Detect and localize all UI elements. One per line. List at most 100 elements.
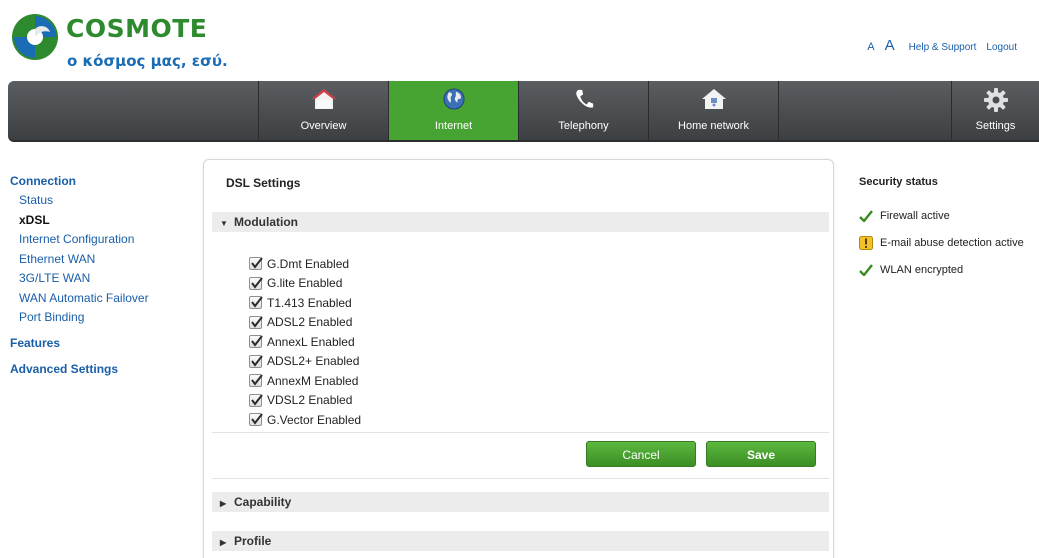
modulation-section-header[interactable]: ▼ Modulation: [212, 212, 829, 232]
status-label: E-mail abuse detection active: [880, 236, 1024, 249]
sidebar-item-internet-configuration[interactable]: Internet Configuration: [10, 230, 190, 250]
collapsed-triangle-icon: ▶: [220, 538, 227, 547]
checkmark-icon: [251, 316, 263, 328]
sidebar-item-3g-lte-wan[interactable]: 3G/LTE WAN: [10, 269, 190, 289]
checkmark-icon: [251, 413, 263, 425]
option-annexl: AnnexL Enabled: [249, 332, 361, 352]
capability-section-header[interactable]: ▶ Capability: [212, 492, 829, 512]
option-vdsl2: VDSL2 Enabled: [249, 391, 361, 411]
nav-telephony[interactable]: Telephony: [518, 81, 648, 140]
profile-label: Profile: [234, 534, 272, 548]
check-icon: [859, 263, 877, 277]
nav-home-network-label: Home network: [678, 120, 749, 132]
checkbox[interactable]: [249, 374, 263, 388]
sidebar: Connection Status xDSL Internet Configur…: [10, 174, 190, 379]
option-label: T1.413 Enabled: [267, 295, 352, 310]
checkmark-icon: [251, 257, 263, 269]
help-support-link[interactable]: Help & Support: [909, 42, 977, 53]
checkbox[interactable]: [249, 413, 263, 427]
security-status: Security status Firewall active E-mail a…: [859, 176, 1039, 283]
option-t1413: T1.413 Enabled: [249, 293, 361, 313]
option-glite: G.lite Enabled: [249, 274, 361, 294]
brand-tagline: ο κόσμος μας, εσύ.: [67, 52, 228, 70]
checkbox[interactable]: [249, 315, 263, 329]
divider: [212, 432, 829, 433]
nav-separator: [778, 81, 779, 140]
sidebar-item-port-binding[interactable]: Port Binding: [10, 308, 190, 328]
nav-internet[interactable]: Internet: [388, 81, 518, 140]
nav-overview[interactable]: Overview: [258, 81, 388, 140]
globe-icon: [442, 88, 465, 110]
sidebar-item-wan-automatic-failover[interactable]: WAN Automatic Failover: [10, 289, 190, 309]
collapsed-triangle-icon: ▶: [220, 499, 227, 508]
brand-name: COSMOTE: [66, 14, 208, 43]
nav-settings-label: Settings: [975, 120, 1016, 132]
sidebar-connection[interactable]: Connection: [10, 174, 190, 188]
sidebar-item-status[interactable]: Status: [10, 191, 190, 211]
expanded-triangle-icon: ▼: [220, 219, 228, 228]
option-label: ADSL2+ Enabled: [267, 354, 360, 369]
status-email-abuse: E-mail abuse detection active: [859, 229, 1039, 256]
option-label: ADSL2 Enabled: [267, 315, 353, 330]
option-label: G.Vector Enabled: [267, 412, 362, 427]
nav-telephony-label: Telephony: [558, 120, 609, 132]
panel-title: DSL Settings: [226, 176, 301, 190]
checkbox[interactable]: [249, 354, 263, 368]
checkmark-icon: [251, 277, 263, 289]
cosmote-logo-mark-icon: [12, 14, 58, 60]
checkbox[interactable]: [249, 257, 263, 271]
checkbox[interactable]: [249, 335, 263, 349]
checkbox[interactable]: [249, 393, 263, 407]
warning-icon: [859, 235, 877, 250]
checkmark-icon: [251, 355, 263, 367]
capability-label: Capability: [234, 495, 292, 509]
nav-settings[interactable]: Settings: [951, 81, 1039, 140]
cancel-button[interactable]: Cancel: [586, 441, 696, 467]
nav-internet-label: Internet: [434, 120, 473, 132]
checkmark-icon: [251, 374, 263, 386]
font-small-button[interactable]: A: [867, 41, 874, 53]
dsl-settings-panel: DSL Settings ▼ Modulation G.Dmt Enabled G…: [203, 159, 834, 558]
checkmark-icon: [251, 335, 263, 347]
font-large-button[interactable]: A: [885, 37, 895, 54]
option-adsl2plus: ADSL2+ Enabled: [249, 352, 361, 372]
nav-overview-label: Overview: [300, 120, 347, 132]
sidebar-advanced-settings[interactable]: Advanced Settings: [10, 362, 190, 376]
option-gvector: G.Vector Enabled: [249, 410, 361, 430]
status-wlan: WLAN encrypted: [859, 256, 1039, 283]
status-firewall: Firewall active: [859, 202, 1039, 229]
checkbox[interactable]: [249, 276, 263, 290]
main-nav: Overview Internet Telephony Home network: [8, 81, 1039, 142]
option-gdmt: G.Dmt Enabled: [249, 254, 361, 274]
modulation-options: G.Dmt Enabled G.lite Enabled T1.413 Enab…: [249, 254, 361, 430]
option-label: VDSL2 Enabled: [267, 393, 353, 408]
sidebar-item-ethernet-wan[interactable]: Ethernet WAN: [10, 250, 190, 270]
security-status-title: Security status: [859, 176, 938, 188]
home-network-icon: [701, 89, 726, 109]
option-label: G.lite Enabled: [267, 276, 343, 291]
divider: [212, 478, 829, 479]
house-icon: [311, 89, 336, 109]
option-adsl2: ADSL2 Enabled: [249, 313, 361, 333]
profile-section-header[interactable]: ▶ Profile: [212, 531, 829, 551]
sidebar-item-xdsl[interactable]: xDSL: [10, 211, 190, 231]
checkmark-icon: [251, 394, 263, 406]
phone-icon: [575, 89, 593, 108]
status-label: Firewall active: [880, 209, 950, 222]
option-label: G.Dmt Enabled: [267, 256, 350, 271]
checkmark-icon: [251, 296, 263, 308]
gear-icon: [983, 88, 1008, 112]
modulation-label: Modulation: [234, 215, 298, 229]
checkbox[interactable]: [249, 296, 263, 310]
sidebar-features[interactable]: Features: [10, 336, 190, 350]
status-label: WLAN encrypted: [880, 263, 964, 276]
option-annexm: AnnexM Enabled: [249, 371, 361, 391]
nav-home-network[interactable]: Home network: [648, 81, 778, 140]
cosmote-logo[interactable]: COSMOTE ο κόσμος μας, εσύ.: [10, 10, 250, 74]
option-label: AnnexM Enabled: [267, 373, 359, 388]
top-links: A A Help & Support Logout: [867, 37, 1017, 54]
check-icon: [859, 209, 877, 223]
option-label: AnnexL Enabled: [267, 334, 355, 349]
logout-link[interactable]: Logout: [986, 42, 1017, 53]
save-button[interactable]: Save: [706, 441, 816, 467]
